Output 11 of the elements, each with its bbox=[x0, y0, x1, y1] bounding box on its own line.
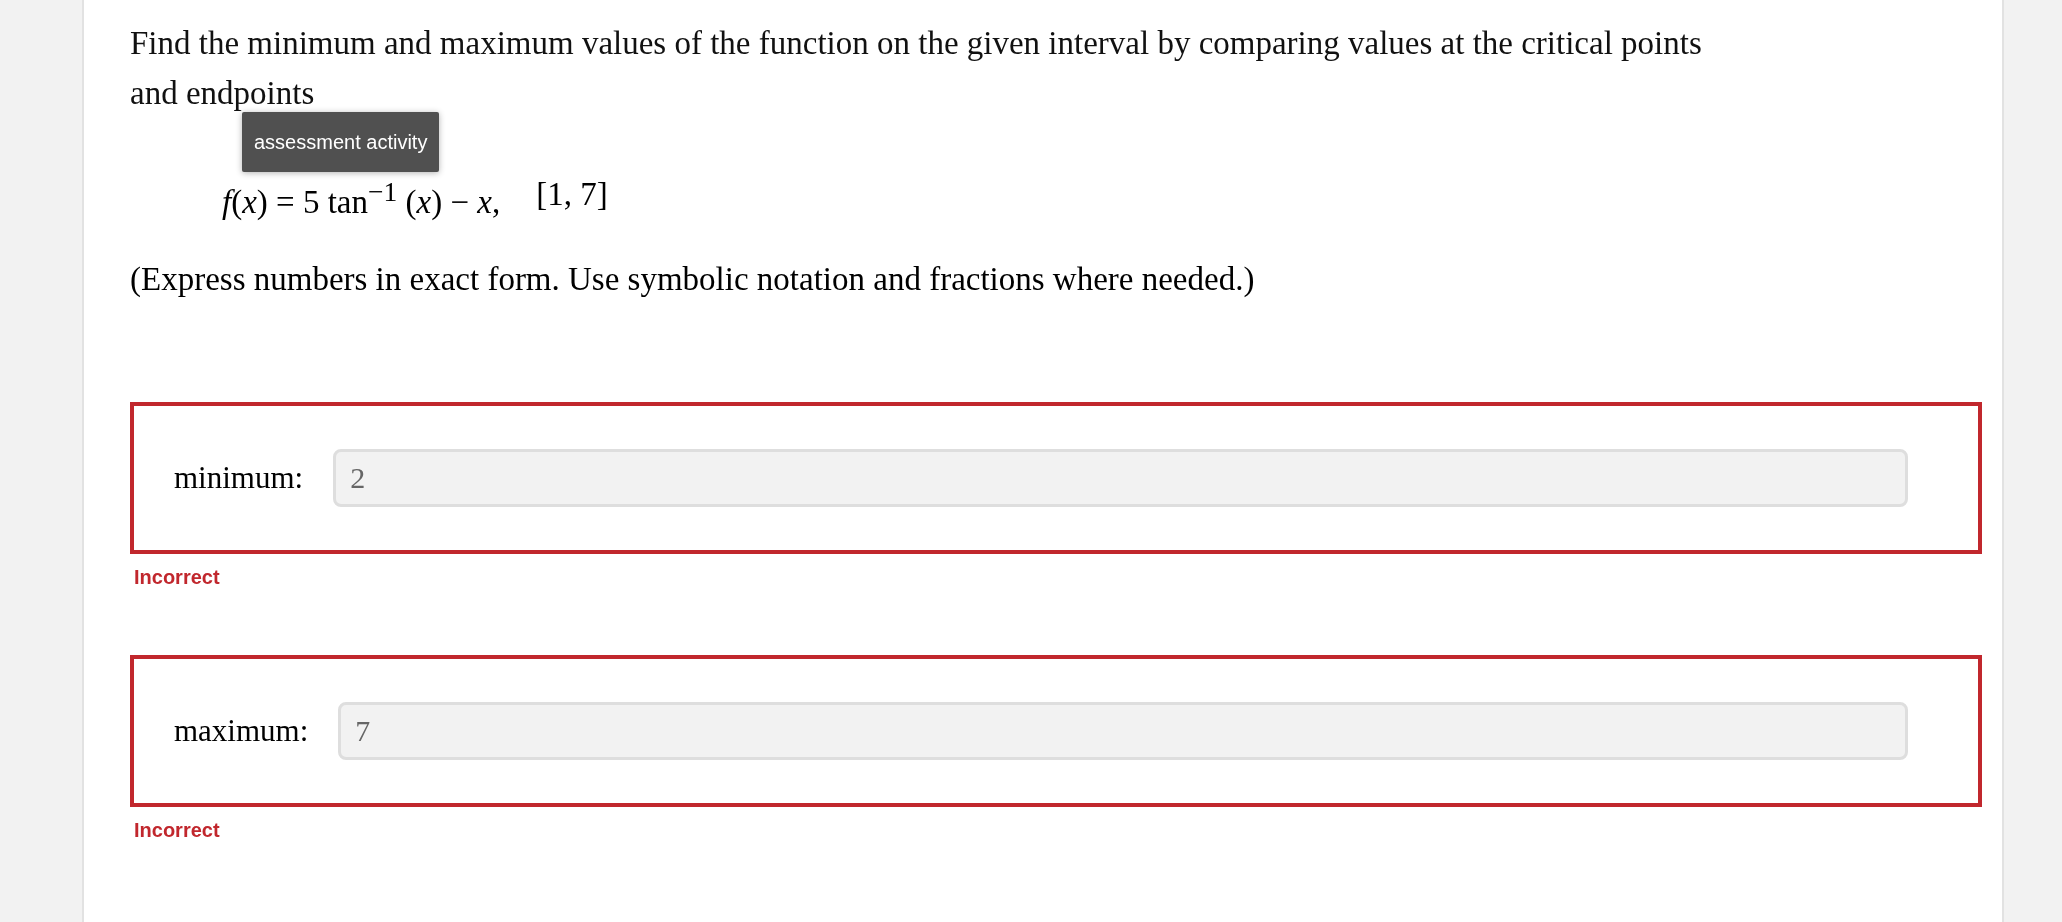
answer-field[interactable]: 2 bbox=[333, 449, 1908, 507]
interval-text: [1, 7] bbox=[536, 176, 608, 214]
answer-label: minimum: bbox=[174, 460, 304, 496]
feedback-text: Incorrect bbox=[134, 566, 220, 589]
function-formula: f(x) = 5 tan$^{−1}$ (x) − x, bbox=[222, 176, 501, 221]
instruction-text: (Express numbers in exact form. Use symbolic notation and fractions where needed.) bbox=[130, 261, 1256, 298]
answer-field[interactable]: 7 bbox=[338, 702, 1908, 760]
feedback-text: Incorrect bbox=[134, 819, 220, 842]
question-text: Find the minimum and maximum values of the function on the given interval by comparing values at the critical points and endpoints bbox=[130, 24, 1703, 113]
answer-label: maximum: bbox=[174, 713, 309, 749]
tooltip: assessment activity bbox=[242, 112, 440, 172]
